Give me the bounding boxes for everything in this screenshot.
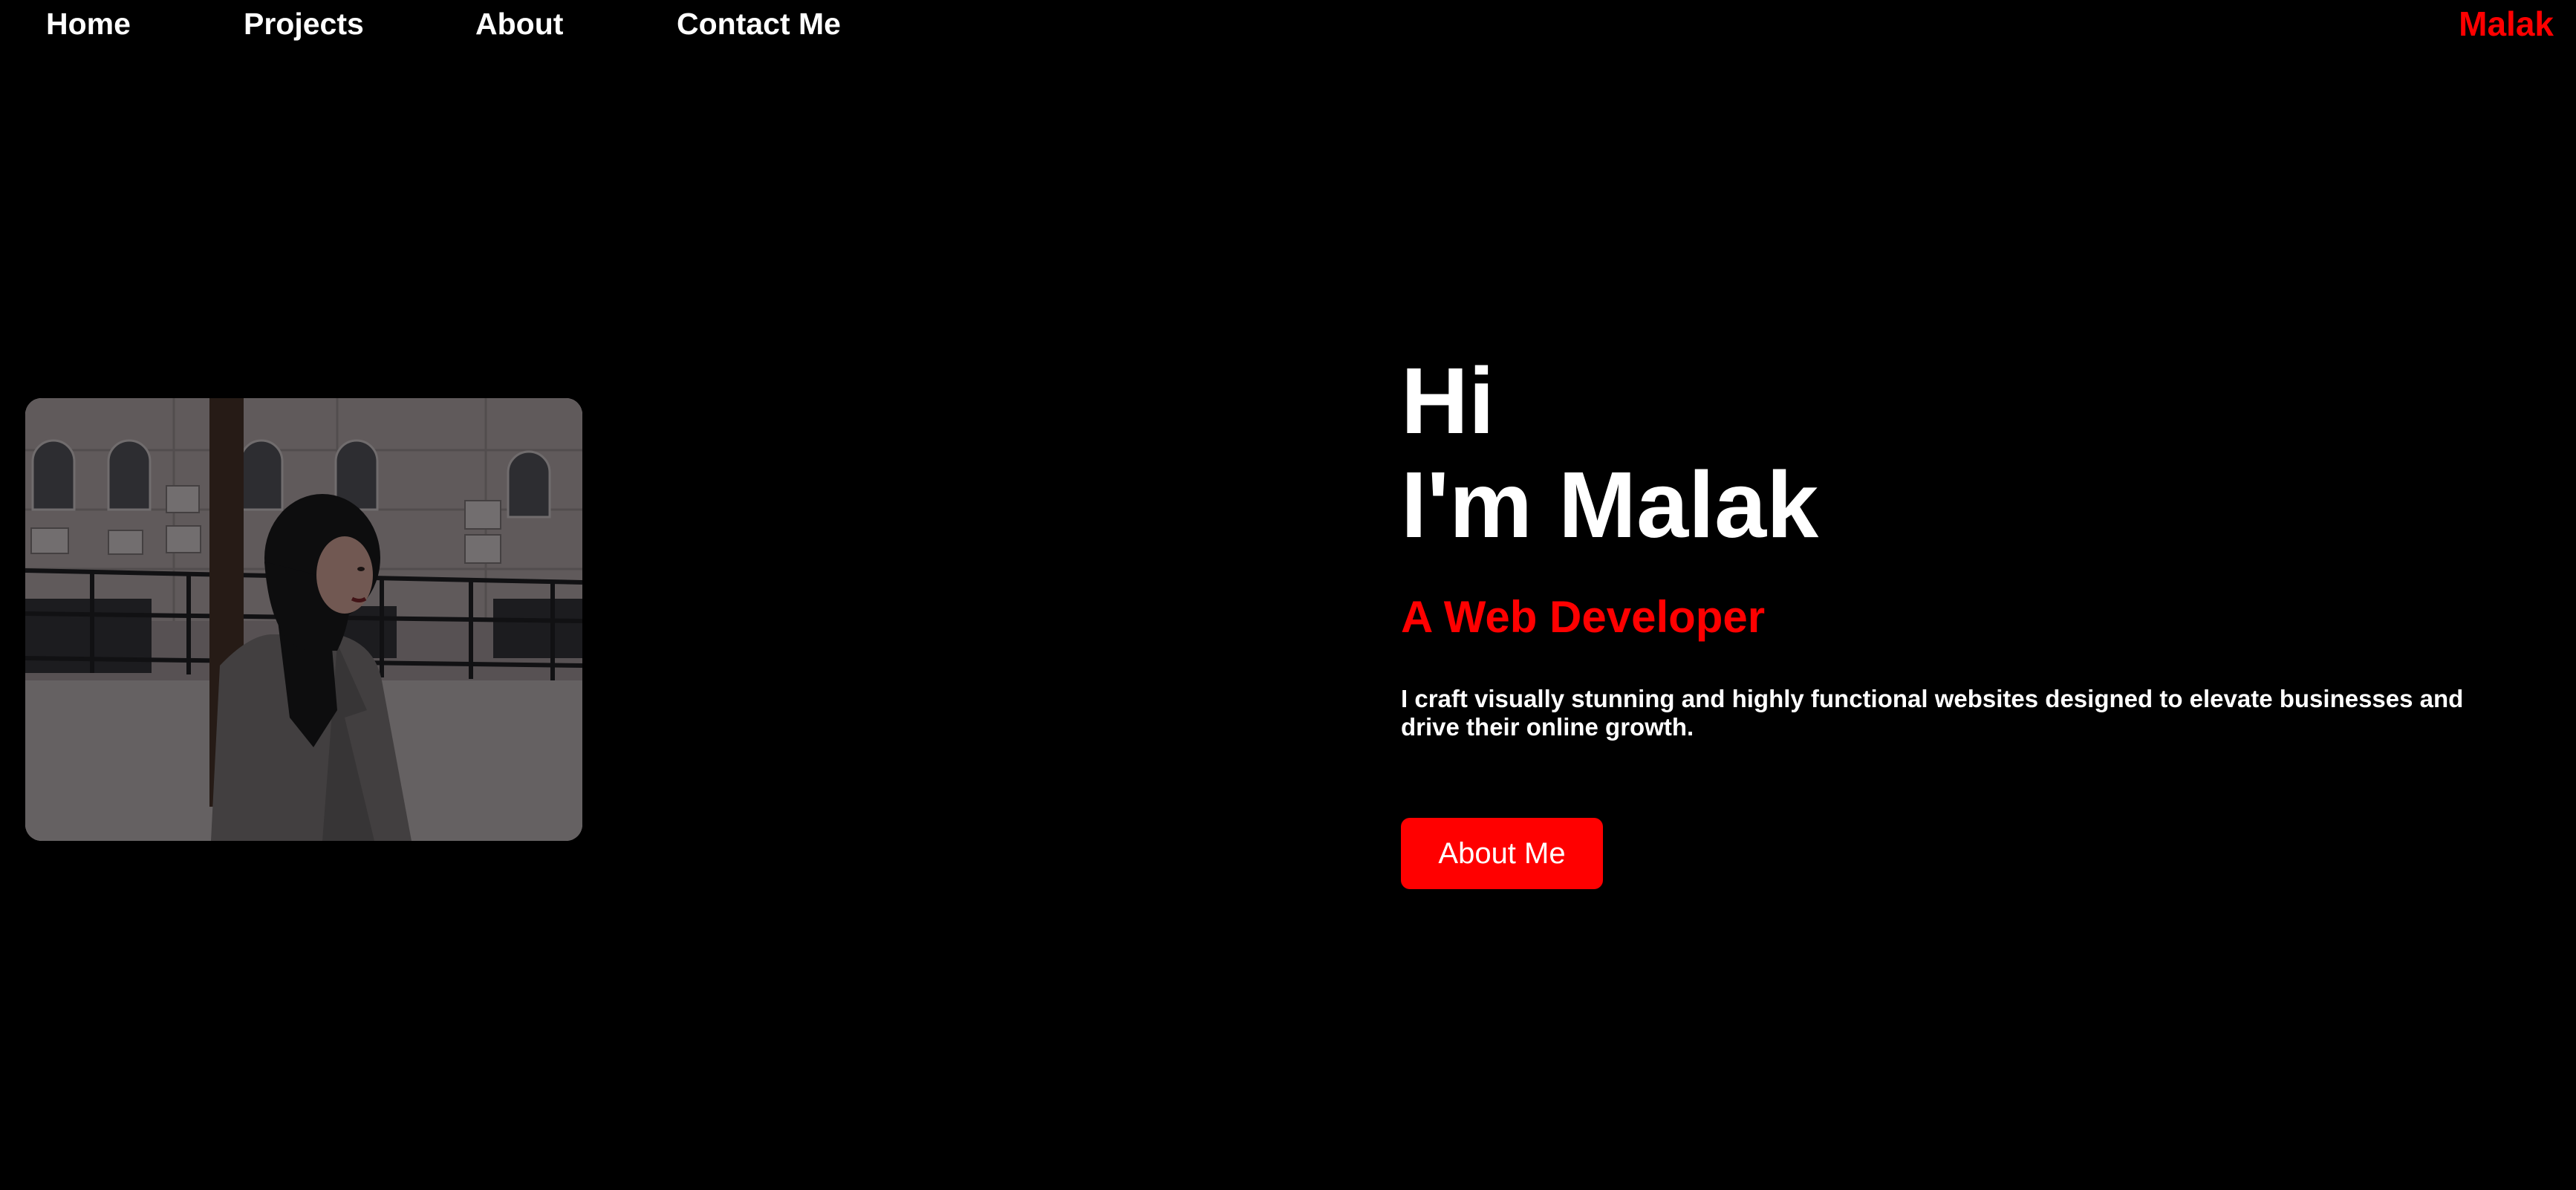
top-navigation: Home Projects About Contact Me Malak bbox=[0, 0, 2576, 48]
hero-greeting: Hi I'm Malak bbox=[1401, 349, 2515, 557]
nav-link-contact[interactable]: Contact Me bbox=[677, 6, 841, 42]
hero-intro: I craft visually stunning and highly fun… bbox=[1401, 685, 2464, 741]
nav-link-home[interactable]: Home bbox=[46, 6, 131, 42]
nav-link-about[interactable]: About bbox=[475, 6, 563, 42]
greeting-line-2: I'm Malak bbox=[1401, 452, 1819, 557]
nav-link-projects[interactable]: Projects bbox=[244, 6, 364, 42]
hero-role: A Web Developer bbox=[1401, 592, 1766, 642]
profile-photo bbox=[25, 398, 582, 841]
hero-section: Hi I'm Malak A Web Developer I craft vis… bbox=[1401, 349, 2515, 741]
brand-logo[interactable]: Malak bbox=[2459, 6, 2554, 42]
page: Home Projects About Contact Me Malak Hi … bbox=[0, 0, 2576, 1190]
about-me-button[interactable]: About Me bbox=[1401, 818, 1603, 889]
greeting-line-1: Hi bbox=[1401, 348, 1494, 453]
